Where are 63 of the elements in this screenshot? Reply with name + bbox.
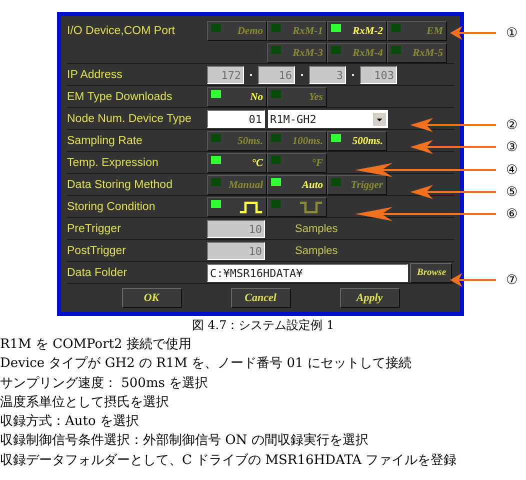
high-pulse-icon	[239, 200, 263, 214]
callout-number: ①	[506, 26, 518, 40]
callout-number: ⑥	[506, 206, 518, 222]
field-label: Sampling Rate	[67, 134, 144, 149]
low-pulse-icon	[299, 200, 323, 214]
unit-label: Samples	[295, 223, 338, 235]
note-text: Device タイプが GH2 の R1M を、ノード番号 01 にセットして接続	[0, 355, 412, 374]
callout-number: ⑦	[506, 272, 518, 288]
callout-number: ⑤	[506, 184, 518, 200]
dialog-button[interactable]: Cancel	[230, 288, 290, 308]
note-text: 収録データフォルダーとして、C ドライブの MSR16HDATA ファイルを登録	[0, 452, 458, 470]
browse-button[interactable]: Browse	[410, 263, 452, 283]
option-button[interactable]: No	[207, 87, 267, 107]
option-button[interactable]: Yes	[267, 87, 327, 107]
unit-label: Samples	[295, 245, 338, 257]
option-button[interactable]: 100ms.	[267, 131, 327, 151]
option-button[interactable]: Trigger	[327, 175, 387, 195]
field-label: EM Type Downloads	[67, 90, 174, 105]
callout-arrow	[450, 25, 496, 41]
callout-number: ④	[506, 162, 518, 178]
field-label: IP Address	[67, 68, 124, 83]
option-button[interactable]: Auto	[267, 175, 327, 195]
note-text: 収録方式：Auto を選択	[0, 413, 140, 432]
option-button[interactable]: RxM-1	[267, 21, 327, 41]
option-button[interactable]: 50ms.	[207, 131, 267, 151]
dialog-button[interactable]: OK	[122, 288, 182, 308]
field-label: Temp. Expression	[67, 156, 160, 171]
callout-number: ②	[506, 118, 518, 132]
option-button[interactable]: RxM-2	[327, 21, 387, 41]
ip-octet-field[interactable]: 172	[207, 66, 244, 84]
option-button[interactable]: Manual	[207, 175, 267, 195]
field-label: Storing Condition	[67, 200, 156, 215]
option-button[interactable]: 500ms.	[327, 131, 387, 151]
folder-path-field[interactable]: C:¥MSR16HDATA¥	[207, 264, 408, 282]
note-text: R1M を COMPort2 接続で使用	[0, 336, 192, 354]
ip-octet-field[interactable]: 3	[309, 66, 346, 84]
callout-number: ③	[506, 140, 518, 154]
note-text: サンプリング速度： 500ms を選択	[0, 374, 210, 393]
field-label: Data Storing Method	[67, 178, 174, 193]
option-button[interactable]: RxM-3	[267, 43, 327, 63]
option-button[interactable]: °C	[207, 153, 267, 173]
field-label: PreTrigger	[67, 222, 122, 237]
callout-arrow	[450, 272, 496, 288]
option-button[interactable]: RxM-4	[327, 43, 387, 63]
figure-caption: 図 4.7：システム設定例 1	[190, 317, 336, 334]
sample-count-field[interactable]: 10	[207, 242, 265, 260]
field-label: I/O Device,COM Port	[67, 24, 176, 39]
option-button[interactable]	[207, 197, 267, 217]
ip-octet-field[interactable]: 16	[258, 66, 295, 84]
device-type-dropdown[interactable]: R1M-GH2	[268, 110, 388, 128]
option-button[interactable]: Demo	[207, 21, 267, 41]
sample-count-field[interactable]: 10	[207, 220, 265, 238]
field-label: Data Folder	[67, 266, 128, 281]
option-button[interactable]: EM	[387, 21, 447, 41]
note-text: 収録制御信号条件選択：外部制御信号 ON の間収録実行を選択	[0, 432, 370, 450]
ip-octet-field[interactable]: 103	[360, 66, 397, 84]
field-label: PostTrigger	[67, 244, 128, 259]
dialog-button[interactable]: Apply	[340, 288, 400, 308]
field-label: Node Num. Device Type	[67, 112, 192, 127]
note-text: 温度系単位として摂氏を選択	[0, 394, 170, 412]
option-button[interactable]: °F	[267, 153, 327, 173]
option-button[interactable]: RxM-5	[387, 43, 447, 63]
node-number-field[interactable]: 01	[207, 110, 265, 128]
